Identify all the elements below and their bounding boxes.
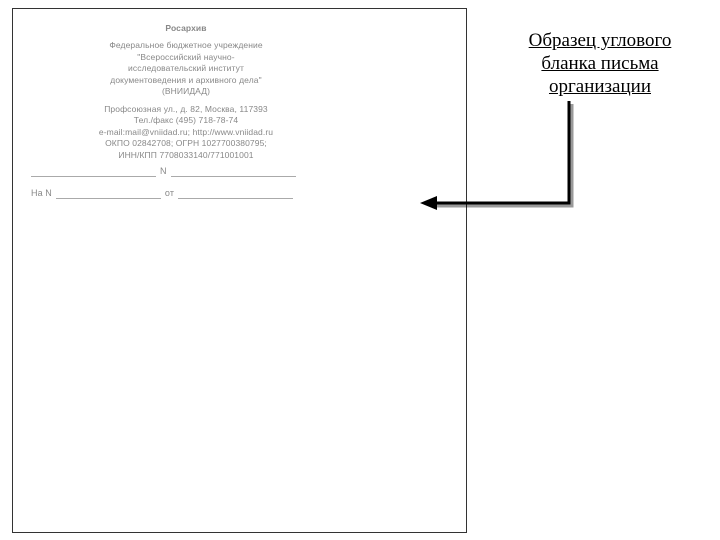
- on-num-blank: [56, 189, 161, 199]
- on-ref-label: На N: [31, 187, 52, 199]
- org-line: исследовательский институт: [31, 63, 341, 74]
- document-page: Росархив Федеральное бюджетное учреждени…: [12, 8, 467, 533]
- address-line: Профсоюзная ул., д. 82, Москва, 117393: [31, 104, 341, 115]
- callout-line: организации: [549, 76, 651, 97]
- callout-line: бланка письма: [541, 53, 658, 74]
- date-blank: [31, 167, 156, 177]
- callout-label: Образец углового бланка письма организац…: [495, 30, 705, 98]
- organization-name: Федеральное бюджетное учреждение "Всерос…: [31, 40, 341, 97]
- org-line: "Всероссийский научно-: [31, 52, 341, 63]
- ref-num-label: N: [160, 165, 167, 177]
- org-line: (ВНИИДАД): [31, 86, 341, 97]
- org-line: Федеральное бюджетное учреждение: [31, 40, 341, 51]
- callout-line: Образец углового: [529, 30, 672, 51]
- from-label: от: [165, 187, 174, 199]
- ref-line-1: N: [31, 165, 341, 177]
- ref-line-2: На N от: [31, 187, 341, 199]
- contacts-block: Профсоюзная ул., д. 82, Москва, 117393 Т…: [31, 104, 341, 161]
- agency-name: Росархив: [31, 23, 341, 34]
- okpo-line: ОКПО 02842708; ОГРН 1027700380795;: [31, 138, 341, 149]
- email-line: e-mail:mail@vniidad.ru; http://www.vniid…: [31, 127, 341, 138]
- org-line: документоведения и архивного дела": [31, 75, 341, 86]
- from-date-blank: [178, 189, 293, 199]
- inn-line: ИНН/КПП 7708033140/771001001: [31, 150, 341, 161]
- tel-line: Тел./факс (495) 718-78-74: [31, 115, 341, 126]
- num-blank: [171, 167, 296, 177]
- letterhead-block: Росархив Федеральное бюджетное учреждени…: [31, 23, 341, 199]
